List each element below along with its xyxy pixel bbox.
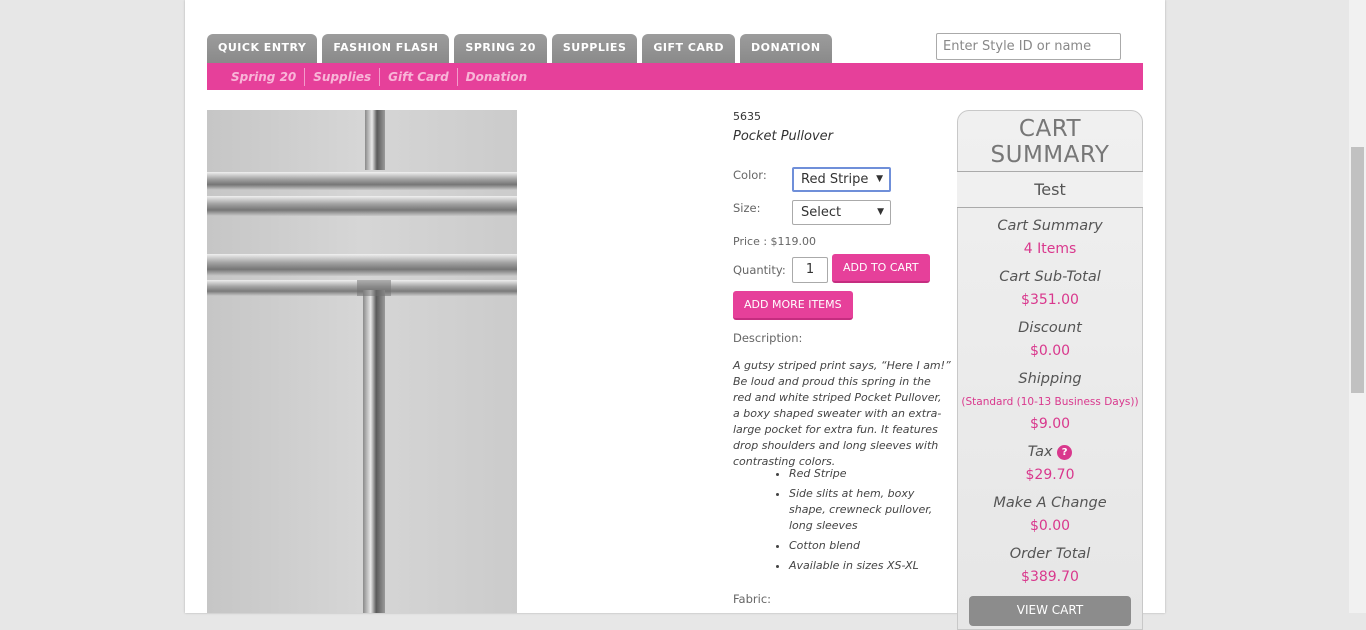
question-icon[interactable]: ? xyxy=(1057,444,1073,460)
color-select-value: Red Stripe xyxy=(801,172,869,187)
description-label: Description: xyxy=(733,331,803,345)
product-price: Price : $119.00 xyxy=(733,235,817,248)
tax-row: Tax ? xyxy=(958,444,1142,460)
tab-gift-card[interactable]: GIFT CARD xyxy=(642,34,736,63)
subtotal-label: Cart Sub-Total xyxy=(999,269,1101,285)
add-more-items-button[interactable]: ADD MORE ITEMS xyxy=(733,291,853,320)
page-container: QUICK ENTRY FASHION FLASH SPRING 20 SUPP… xyxy=(185,0,1165,630)
list-item: Cotton blend xyxy=(789,538,951,554)
quantity-input[interactable]: 1 xyxy=(792,257,828,283)
scrollbar-thumb[interactable] xyxy=(1351,147,1364,393)
add-to-cart-button[interactable]: ADD TO CART xyxy=(832,254,930,283)
product-name: Pocket Pullover xyxy=(733,129,833,144)
view-cart-button[interactable]: VIEW CART xyxy=(969,596,1131,626)
description-text: A gutsy striped print says, “Here I am!”… xyxy=(733,359,951,468)
feature-list: Red Stripe Side slits at hem, boxy shape… xyxy=(733,466,951,578)
order-total-value: $389.70 xyxy=(1021,569,1079,585)
size-label: Size: xyxy=(733,201,761,215)
subnav-supplies[interactable]: Supplies xyxy=(305,67,381,86)
list-item: Side slits at hem, boxy shape, crewneck … xyxy=(789,486,951,534)
sub-navigation: Spring 20 Supplies Gift Card Donation xyxy=(207,63,1143,90)
shipping-label: Shipping xyxy=(1018,371,1082,387)
make-change-value: $0.00 xyxy=(1029,518,1071,534)
discount-value: $0.00 xyxy=(1029,343,1071,359)
cart-summary-title: CART SUMMARY xyxy=(990,116,1110,168)
tax-label: Tax xyxy=(1027,444,1053,460)
quantity-label: Quantity: xyxy=(733,263,786,277)
subnav-donation[interactable]: Donation xyxy=(458,68,535,86)
list-item: Available in sizes XS-XL xyxy=(789,558,951,574)
fabric-label: Fabric: xyxy=(733,592,772,606)
cart-summary-label: Cart Summary xyxy=(997,218,1103,234)
shipping-value: $9.00 xyxy=(1029,416,1071,432)
order-total-label: Order Total xyxy=(1009,546,1091,562)
discount-label: Discount xyxy=(1018,320,1082,336)
list-item: Red Stripe xyxy=(789,466,951,482)
color-label: Color: xyxy=(733,168,767,182)
style-id: 5635 xyxy=(733,110,761,123)
cart-user-name: Test xyxy=(957,171,1143,208)
cart-summary-panel: CART SUMMARY Test Cart Summary 4 Items C… xyxy=(957,110,1143,630)
style-search-input[interactable] xyxy=(936,33,1121,60)
make-change-label: Make A Change xyxy=(993,495,1107,511)
cart-items-count: 4 Items xyxy=(1023,241,1077,257)
size-select-value: Select xyxy=(801,205,842,220)
tab-quick-entry[interactable]: QUICK ENTRY xyxy=(207,34,318,63)
size-select[interactable]: Select ▼ xyxy=(792,200,891,225)
tab-donation[interactable]: DONATION xyxy=(740,34,832,63)
shipping-method: (Standard (10-13 Business Days)) xyxy=(961,396,1139,408)
product-image xyxy=(207,110,517,613)
main-tabs: QUICK ENTRY FASHION FLASH SPRING 20 SUPP… xyxy=(207,34,832,63)
tab-fashion-flash[interactable]: FASHION FLASH xyxy=(322,34,450,63)
page-scrollbar[interactable] xyxy=(1349,0,1366,613)
color-select[interactable]: Red Stripe ▼ xyxy=(792,167,891,192)
subtotal-value: $351.00 xyxy=(1021,292,1079,308)
subnav-spring-20[interactable]: Spring 20 xyxy=(224,67,306,86)
chevron-down-icon: ▼ xyxy=(877,207,884,217)
chevron-down-icon: ▼ xyxy=(876,174,883,184)
tab-supplies[interactable]: SUPPLIES xyxy=(551,34,638,63)
tax-value: $29.70 xyxy=(1025,467,1075,483)
subnav-gift-card[interactable]: Gift Card xyxy=(380,67,458,86)
tab-spring-20[interactable]: SPRING 20 xyxy=(454,34,547,63)
